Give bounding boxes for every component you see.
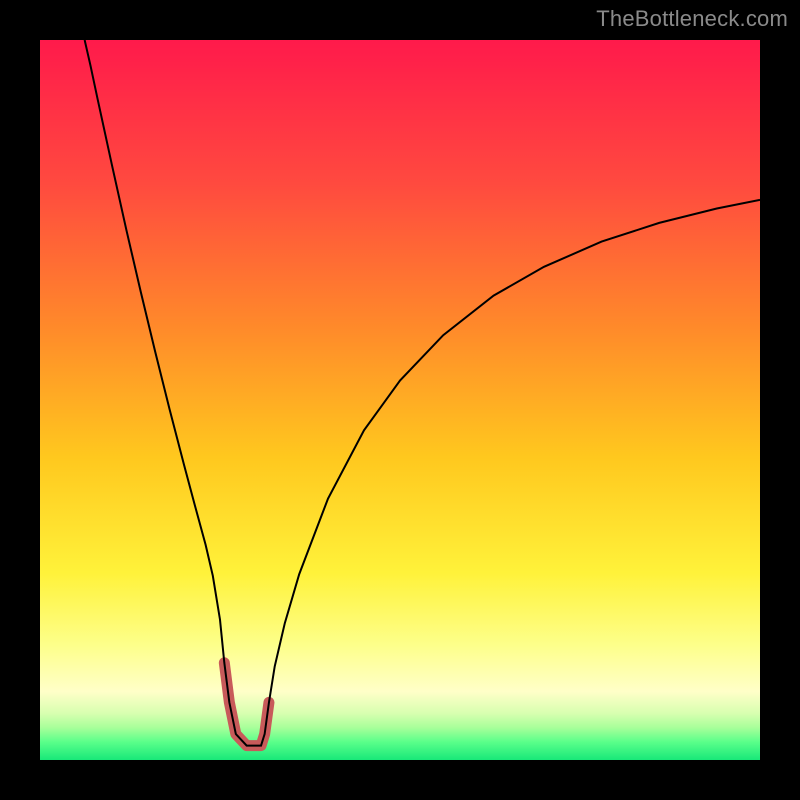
watermark-text: TheBottleneck.com: [596, 6, 788, 32]
valley-highlight: [224, 663, 269, 746]
chart-frame: TheBottleneck.com: [0, 0, 800, 800]
bottleneck-curve: [85, 40, 760, 746]
curve-layer: [40, 40, 760, 760]
plot-area: [40, 40, 760, 760]
